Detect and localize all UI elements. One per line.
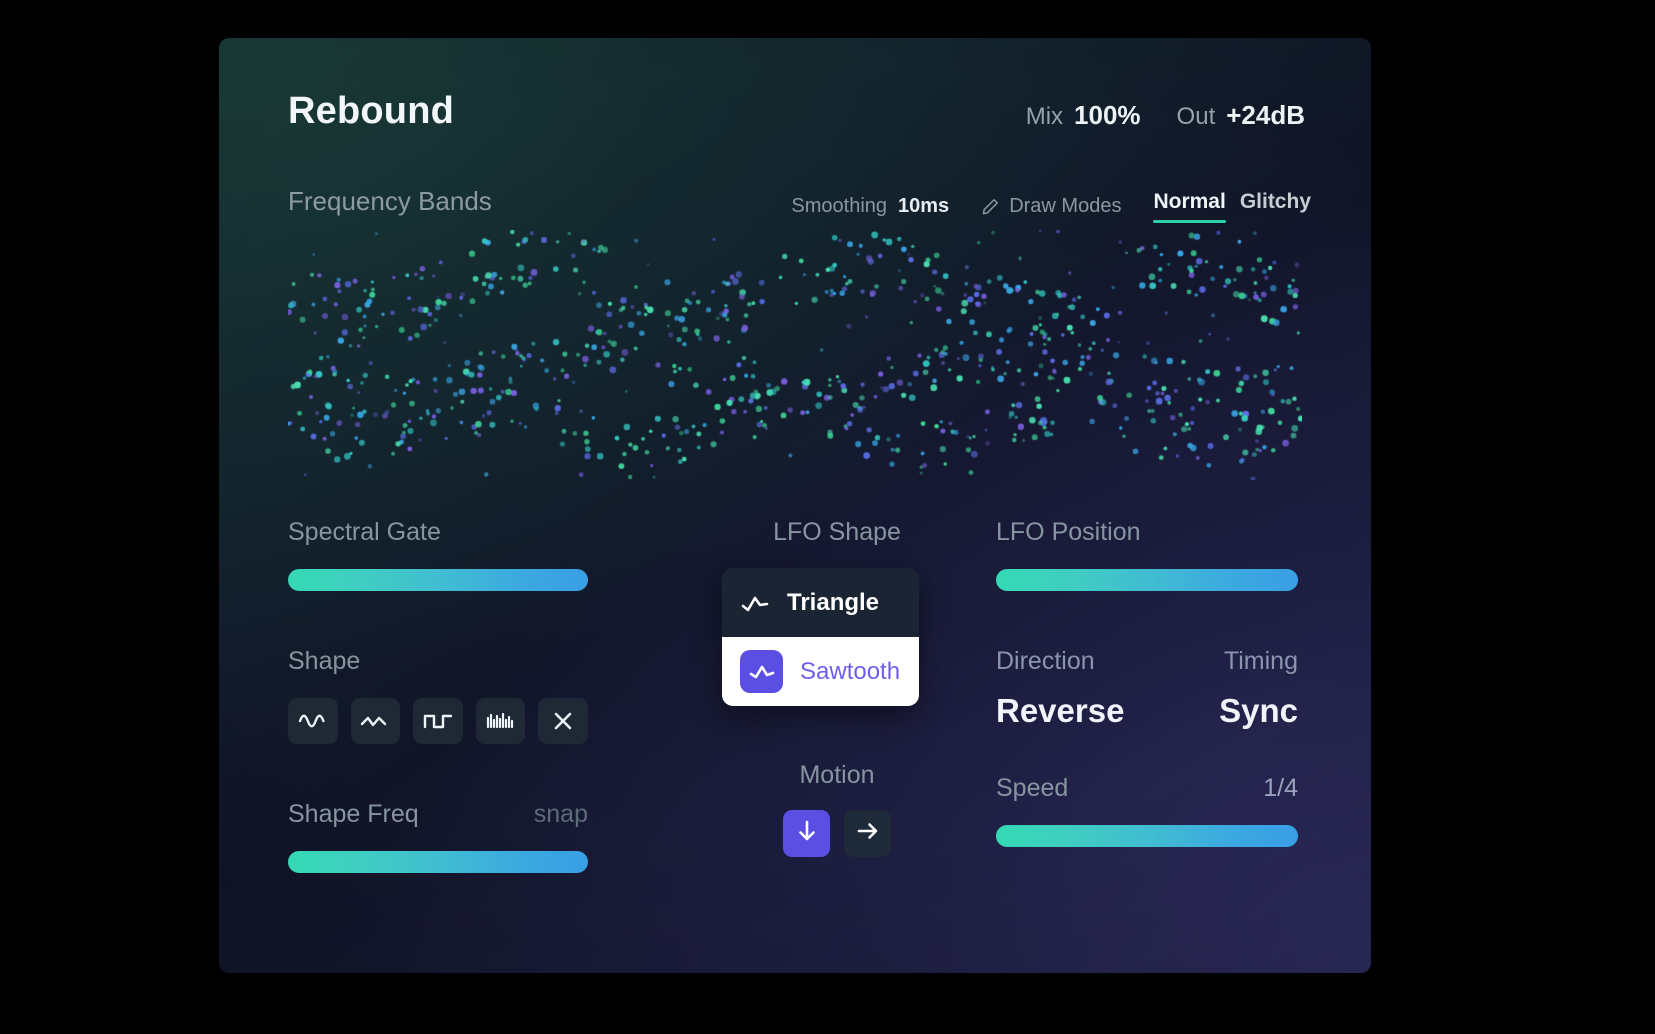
out-readout[interactable]: Out +24dB: [1177, 100, 1305, 131]
draw-modes-button[interactable]: Draw Modes: [981, 195, 1121, 218]
sawtooth-wave-icon: [740, 650, 783, 693]
smoothing-label: Smoothing: [791, 195, 888, 217]
tab-glitchy[interactable]: Glitchy: [1240, 190, 1311, 223]
motion-button-right[interactable]: [844, 810, 891, 857]
spectral-gate-slider[interactable]: [288, 569, 588, 591]
speed-value: 1/4: [1263, 774, 1298, 802]
shape-button-group: [288, 698, 588, 744]
lfo-position-slider[interactable]: [996, 569, 1298, 591]
frequency-bands-visualizer[interactable]: [288, 230, 1302, 480]
smoothing-value: 10ms: [898, 195, 950, 217]
frequency-bands-canvas[interactable]: [288, 230, 1302, 480]
mix-label: Mix: [1025, 103, 1064, 130]
speed-slider[interactable]: [996, 825, 1298, 847]
out-value: +24dB: [1226, 100, 1305, 130]
spectral-gate-label: Spectral Gate: [288, 518, 441, 546]
header-readouts: Mix 100% Out +24dB: [1026, 100, 1305, 131]
screen: Rebound Mix 100% Out +24dB Frequency Ban…: [0, 0, 1655, 1034]
timing-label: Timing: [1223, 647, 1298, 675]
shape-label: Shape: [288, 647, 361, 675]
timing-value: Sync: [1219, 692, 1298, 729]
mode-tabs: Normal Glitchy: [1153, 190, 1311, 223]
shape-freq-label: Shape Freq: [288, 800, 419, 828]
right-control-column: LFO Position Direction Reverse Timing Sy…: [996, 518, 1298, 847]
shape-button-square[interactable]: [413, 698, 463, 744]
shape-button-sine[interactable]: [288, 698, 338, 744]
lfo-option-sawtooth[interactable]: Sawtooth: [722, 637, 919, 706]
motion-button-group: [722, 810, 952, 857]
center-control-column: LFO Shape Triangle Sawtooth Motion: [722, 518, 952, 857]
direction-control[interactable]: Direction Reverse: [996, 647, 1124, 730]
shape-button-off[interactable]: [538, 698, 588, 744]
shape-button-triangle[interactable]: [350, 698, 401, 744]
arrow-right-icon: [856, 820, 880, 847]
section-toolbar: Smoothing 10ms Draw Modes Normal Glitchy: [791, 190, 1311, 223]
lfo-option-triangle-label: Triangle: [787, 588, 880, 616]
motion-button-down[interactable]: [783, 810, 830, 857]
draw-modes-label: Draw Modes: [1009, 195, 1122, 217]
shape-freq-slider[interactable]: [288, 851, 588, 873]
shape-freq-snap-label[interactable]: snap: [534, 800, 588, 829]
mix-readout[interactable]: Mix 100%: [1026, 100, 1141, 131]
direction-value: Reverse: [996, 692, 1125, 729]
page-title: Rebound: [288, 90, 455, 132]
arrow-down-icon: [796, 819, 818, 848]
lfo-option-sawtooth-label: Sawtooth: [800, 657, 901, 685]
motion-label: Motion: [799, 761, 875, 789]
direction-label: Direction: [996, 647, 1095, 675]
shape-freq-header: Shape Freq snap: [288, 800, 588, 829]
shape-button-noise[interactable]: [475, 698, 526, 744]
timing-control[interactable]: Timing Sync: [1219, 647, 1298, 730]
lfo-shape-dropdown[interactable]: Triangle Sawtooth: [722, 568, 919, 706]
speed-label: Speed: [996, 774, 1069, 802]
pencil-icon: [981, 197, 1000, 216]
direction-timing-row: Direction Reverse Timing Sync: [996, 647, 1298, 730]
mix-value: 100%: [1074, 100, 1141, 130]
plugin-panel: Rebound Mix 100% Out +24dB Frequency Ban…: [219, 38, 1371, 973]
triangle-wave-icon: [740, 588, 770, 618]
lfo-option-triangle[interactable]: Triangle: [722, 568, 919, 637]
lfo-shape-label: LFO Shape: [773, 518, 901, 546]
tab-normal[interactable]: Normal: [1153, 190, 1227, 223]
speed-header: Speed 1/4: [996, 774, 1298, 803]
out-label: Out: [1176, 103, 1216, 130]
section-title: Frequency Bands: [288, 186, 492, 216]
lfo-position-label: LFO Position: [996, 518, 1141, 546]
left-control-column: Spectral Gate Shape Shape Freq snap: [288, 518, 588, 873]
smoothing-control[interactable]: Smoothing 10ms: [791, 195, 949, 218]
motion-control: Motion: [722, 761, 952, 857]
